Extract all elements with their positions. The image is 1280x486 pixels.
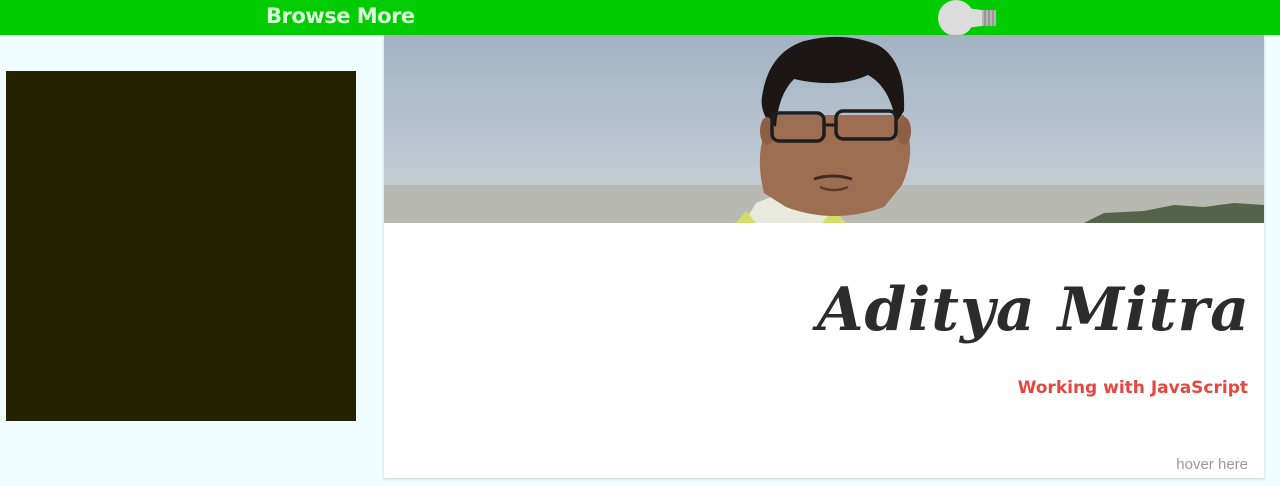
- profile-subtitle: Working with JavaScript: [1017, 378, 1248, 398]
- lightbulb-icon[interactable]: [936, 0, 1000, 36]
- hover-hint: hover here: [1176, 456, 1248, 473]
- browse-more-link[interactable]: Browse More: [266, 4, 415, 28]
- top-bar: Browse More: [0, 0, 1280, 36]
- profile-card[interactable]: Aditya Mitra Working with JavaScript hov…: [384, 35, 1264, 478]
- dark-square-panel: [6, 71, 356, 421]
- profile-name: Aditya Mitra: [816, 275, 1250, 345]
- profile-photo: [384, 35, 1264, 223]
